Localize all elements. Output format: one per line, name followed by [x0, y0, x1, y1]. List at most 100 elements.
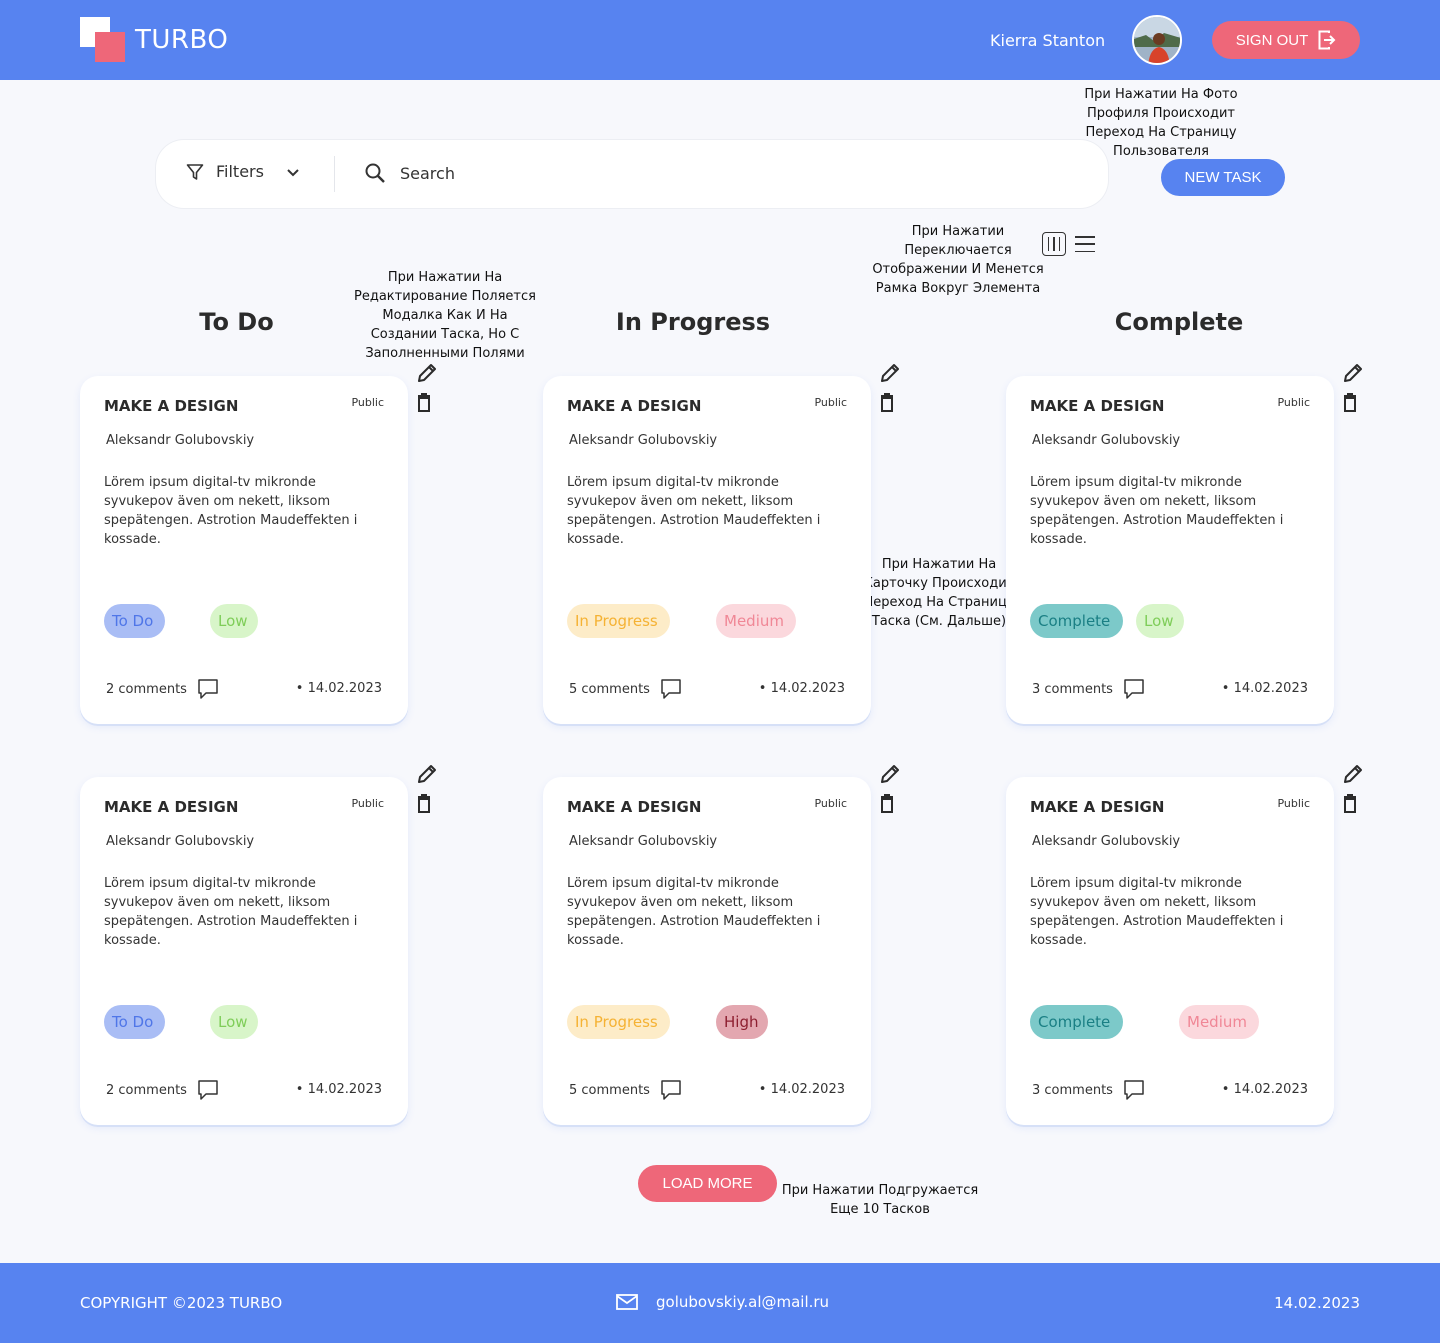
- task-card[interactable]: MAKE A DESIGN Public Aleksandr Golubovsk…: [543, 777, 871, 1125]
- trash-icon[interactable]: [1340, 793, 1362, 815]
- task-author: Aleksandr Golubovskiy: [106, 834, 255, 849]
- column-title-in-progress: In Progress: [615, 308, 771, 336]
- comment-icon: [661, 679, 681, 699]
- task-author: Aleksandr Golubovskiy: [569, 834, 718, 849]
- task-date: • 14.02.2023: [1221, 681, 1308, 696]
- comment-icon: [1124, 1080, 1144, 1100]
- comments-link[interactable]: 2 comments: [106, 1079, 219, 1101]
- task-description: Lörem ipsum digital-tv mikronde syvukepo…: [567, 475, 821, 547]
- footer: COPYRIGHT ©2023 TURBO golubovskiy.al@mai…: [0, 1263, 1440, 1343]
- comments-count: 3 comments: [1032, 681, 1113, 697]
- edit-icon[interactable]: [879, 362, 901, 384]
- mail-icon: [616, 1294, 638, 1310]
- task-visibility: Public: [814, 396, 847, 409]
- note-load-more: При Нажатии Подгружается Еще 10 Тасков: [781, 1183, 979, 1217]
- trash-icon[interactable]: [414, 793, 436, 815]
- filters-label: Filters: [216, 162, 264, 181]
- edit-icon[interactable]: [416, 763, 438, 785]
- trash-icon[interactable]: [877, 793, 899, 815]
- task-author: Aleksandr Golubovskiy: [1032, 834, 1181, 849]
- task-title: MAKE A DESIGN: [567, 397, 702, 415]
- comments-count: 2 comments: [106, 1082, 187, 1098]
- avatar[interactable]: [1132, 15, 1182, 65]
- task-date: • 14.02.2023: [758, 1082, 845, 1097]
- task-date: • 14.02.2023: [758, 681, 845, 696]
- sign-out-button[interactable]: SIGN OUT: [1212, 21, 1360, 59]
- sign-out-label: SIGN OUT: [1235, 31, 1309, 49]
- note-card: При Нажатии На Карточку Происходит Перех…: [863, 557, 1015, 629]
- load-more-button[interactable]: LOAD MORE: [638, 1165, 777, 1202]
- task-card[interactable]: MAKE A DESIGN Public Aleksandr Golubovsk…: [80, 376, 408, 724]
- comment-icon: [1124, 679, 1144, 699]
- priority-badge: Low: [1136, 604, 1184, 638]
- task-date: • 14.02.2023: [295, 681, 382, 696]
- trash-icon[interactable]: [877, 392, 899, 414]
- task-card[interactable]: MAKE A DESIGN Public Aleksandr Golubovsk…: [1006, 376, 1334, 724]
- status-badge: In Progress: [567, 1005, 670, 1039]
- footer-date: 14.02.2023: [1274, 1294, 1360, 1312]
- task-author: Aleksandr Golubovskiy: [1032, 433, 1181, 448]
- task-author: Aleksandr Golubovskiy: [569, 433, 718, 448]
- task-card[interactable]: MAKE A DESIGN Public Aleksandr Golubovsk…: [1006, 777, 1334, 1125]
- priority-badge: Low: [210, 604, 258, 638]
- priority-badge: Low: [210, 1005, 258, 1039]
- comments-link[interactable]: 5 comments: [569, 1079, 682, 1101]
- logo[interactable]: [80, 17, 126, 63]
- comments-link[interactable]: 3 comments: [1032, 1079, 1145, 1101]
- email-text: golubovskiy.al@mail.ru: [656, 1293, 830, 1311]
- footer-email[interactable]: golubovskiy.al@mail.ru: [616, 1293, 829, 1311]
- status-badge: In Progress: [567, 604, 670, 638]
- comments-count: 5 comments: [569, 681, 650, 697]
- task-title: MAKE A DESIGN: [1030, 397, 1165, 415]
- filter-icon: [186, 163, 204, 180]
- comments-link[interactable]: 2 comments: [106, 678, 219, 700]
- user-name: Kierra Stanton: [990, 31, 1106, 50]
- task-description: Lörem ipsum digital-tv mikronde syvukepo…: [1030, 475, 1284, 547]
- comments-count: 3 comments: [1032, 1082, 1113, 1098]
- comments-link[interactable]: 3 comments: [1032, 678, 1145, 700]
- search-icon: [365, 163, 385, 183]
- task-description: Lörem ipsum digital-tv mikronde syvukepo…: [567, 876, 821, 948]
- task-visibility: Public: [351, 396, 384, 409]
- edit-icon[interactable]: [1342, 763, 1364, 785]
- task-card[interactable]: MAKE A DESIGN Public Aleksandr Golubovsk…: [80, 777, 408, 1125]
- priority-badge: High: [716, 1005, 768, 1039]
- comments-count: 5 comments: [569, 1082, 650, 1098]
- header: TURBO Kierra Stanton SIGN OUT: [0, 0, 1440, 80]
- status-badge: Complete: [1030, 604, 1123, 638]
- comment-icon: [198, 679, 218, 699]
- task-visibility: Public: [814, 797, 847, 810]
- columns-view-icon[interactable]: [1042, 232, 1066, 256]
- task-title: MAKE A DESIGN: [104, 798, 239, 816]
- task-description: Lörem ipsum digital-tv mikronde syvukepo…: [104, 475, 358, 547]
- search-input[interactable]: [400, 163, 1000, 183]
- trash-icon[interactable]: [414, 392, 436, 414]
- filters-dropdown[interactable]: Filters: [186, 162, 300, 181]
- comment-icon: [198, 1080, 218, 1100]
- copyright: COPYRIGHT ©2023 TURBO: [80, 1294, 283, 1312]
- comments-count: 2 comments: [106, 681, 187, 697]
- task-description: Lörem ipsum digital-tv mikronde syvukepo…: [1030, 876, 1284, 948]
- search-bar: Filters: [156, 140, 1108, 208]
- list-view-icon[interactable]: [1075, 236, 1095, 252]
- task-date: • 14.02.2023: [1221, 1082, 1308, 1097]
- logout-icon: [1318, 30, 1336, 50]
- task-title: MAKE A DESIGN: [1030, 798, 1165, 816]
- trash-icon[interactable]: [1340, 392, 1362, 414]
- task-date: • 14.02.2023: [295, 1082, 382, 1097]
- new-task-button[interactable]: NEW TASK: [1161, 159, 1285, 196]
- task-description: Lörem ipsum digital-tv mikronde syvukepo…: [104, 876, 358, 948]
- edit-icon[interactable]: [879, 763, 901, 785]
- comments-link[interactable]: 5 comments: [569, 678, 682, 700]
- note-view-toggle: При Нажатии Переключается Отображении И …: [872, 224, 1044, 296]
- edit-icon[interactable]: [416, 362, 438, 384]
- brand-name[interactable]: TURBO: [135, 25, 228, 55]
- edit-icon[interactable]: [1342, 362, 1364, 384]
- avatar-photo-icon: [1134, 17, 1180, 63]
- status-badge: Complete: [1030, 1005, 1123, 1039]
- task-card[interactable]: MAKE A DESIGN Public Aleksandr Golubovsk…: [543, 376, 871, 724]
- task-visibility: Public: [1277, 797, 1310, 810]
- search-divider: [334, 156, 335, 192]
- priority-badge: Medium: [1179, 1005, 1259, 1039]
- column-title-todo: To Do: [199, 308, 274, 336]
